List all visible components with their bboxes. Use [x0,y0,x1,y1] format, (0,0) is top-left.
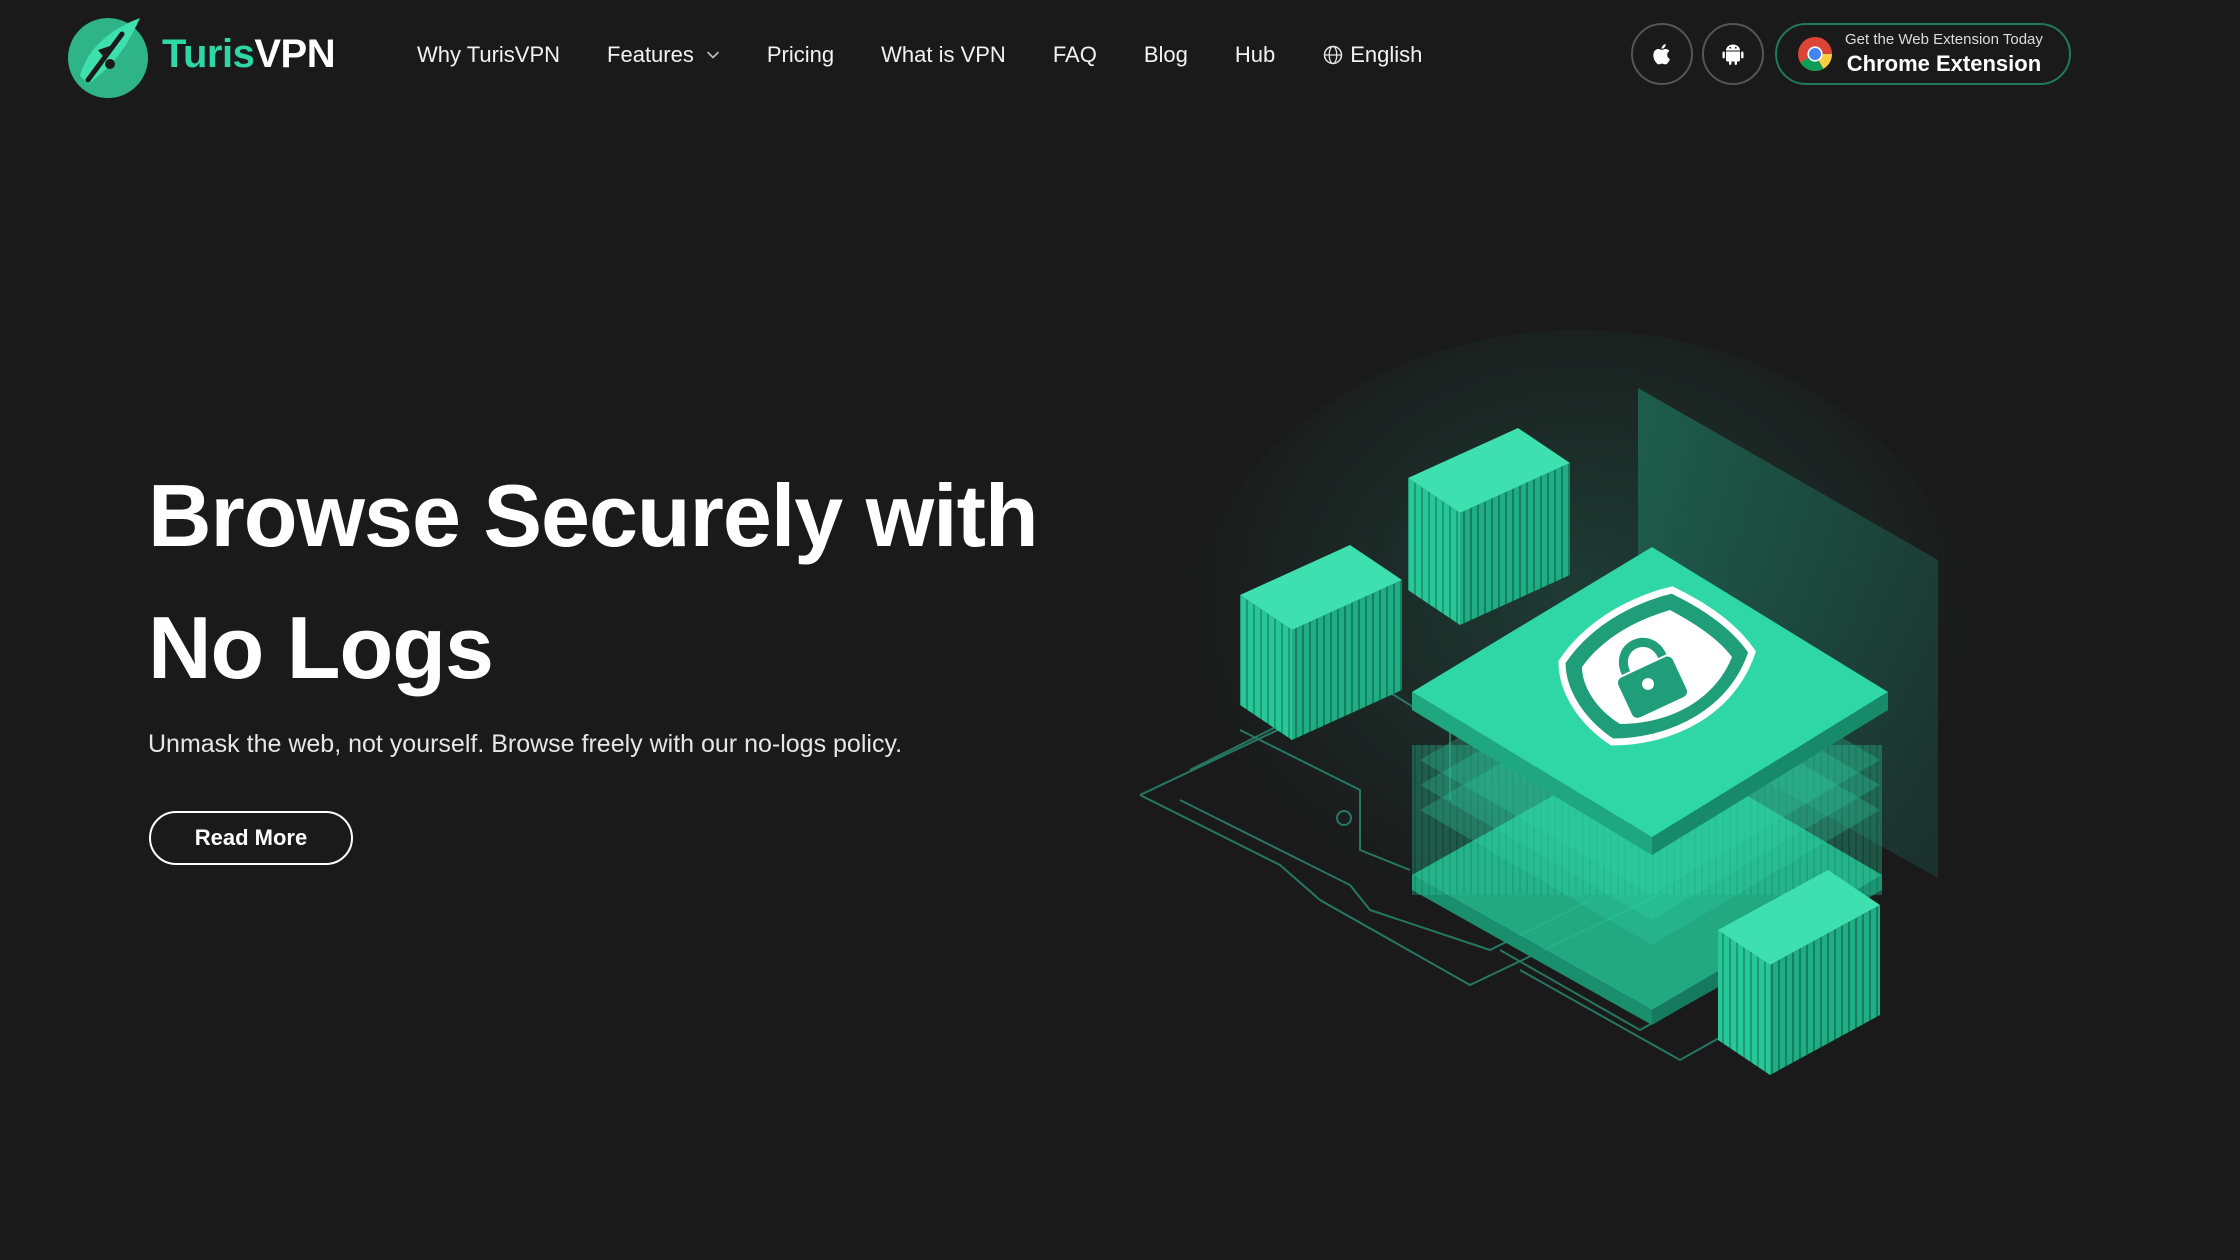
chrome-icon [1798,37,1832,71]
site-header: Turis VPN Why TurisVPN Features Pricing W… [0,0,2240,110]
hero-title-line1: Browse Securely with [148,466,1039,565]
logo-text-vpn: VPN [254,32,336,76]
main-nav: Why TurisVPN Features Pricing What is VP… [417,0,1469,110]
server-shield-graphic [1139,330,1980,1075]
nav-pricing-label: Pricing [766,42,835,67]
globe-icon [1323,45,1343,65]
nav-faq[interactable]: FAQ [1053,42,1097,68]
chevron-down-icon [707,51,719,59]
nav-language-selector[interactable]: English [1322,42,1422,68]
nav-what-is-vpn-label: What is VPN [881,42,1006,67]
logo-link[interactable]: Turis VPN [58,6,336,102]
hero-title-line2: No Logs [148,598,494,697]
chrome-extension-button[interactable]: Get the Web Extension Today Chrome Exten… [1775,23,2071,85]
hero-title: Browse Securely with No Logs [148,450,1128,714]
compass-leaf-logo-icon [68,18,148,98]
nav-hub-label: Hub [1234,42,1276,67]
nav-features-label: Features [607,42,694,67]
nav-features[interactable]: Features [607,42,720,68]
nav-language-label: English [1350,42,1423,67]
logo-wordmark: Turis VPN [162,32,336,76]
logo-text-turis: Turis [162,32,255,76]
android-icon [1722,44,1744,65]
chrome-extension-text: Get the Web Extension Today Chrome Exten… [1845,32,2043,76]
nav-pricing[interactable]: Pricing [767,42,834,68]
nav-blog[interactable]: Blog [1144,42,1188,68]
app-store-button[interactable] [1631,23,1693,85]
nav-why-turisvpn[interactable]: Why TurisVPN [417,42,560,68]
nav-hub[interactable]: Hub [1235,42,1275,68]
chrome-extension-tagline: Get the Web Extension Today [1845,31,2043,49]
read-more-button[interactable]: Read More [149,811,353,865]
isometric-server-shield-illustration [1120,330,2000,1130]
nav-why-turisvpn-label: Why TurisVPN [417,42,561,67]
nav-blog-label: Blog [1143,42,1188,67]
apple-icon [1653,44,1670,65]
nav-what-is-vpn[interactable]: What is VPN [881,42,1006,68]
hero-subtitle: Unmask the web, not yourself. Browse fre… [148,730,903,758]
page: Turis VPN Why TurisVPN Features Pricing W… [0,0,2240,1260]
google-play-button[interactable] [1702,23,1764,85]
chrome-extension-label: Chrome Extension [1846,50,2042,76]
nav-faq-label: FAQ [1052,42,1097,67]
